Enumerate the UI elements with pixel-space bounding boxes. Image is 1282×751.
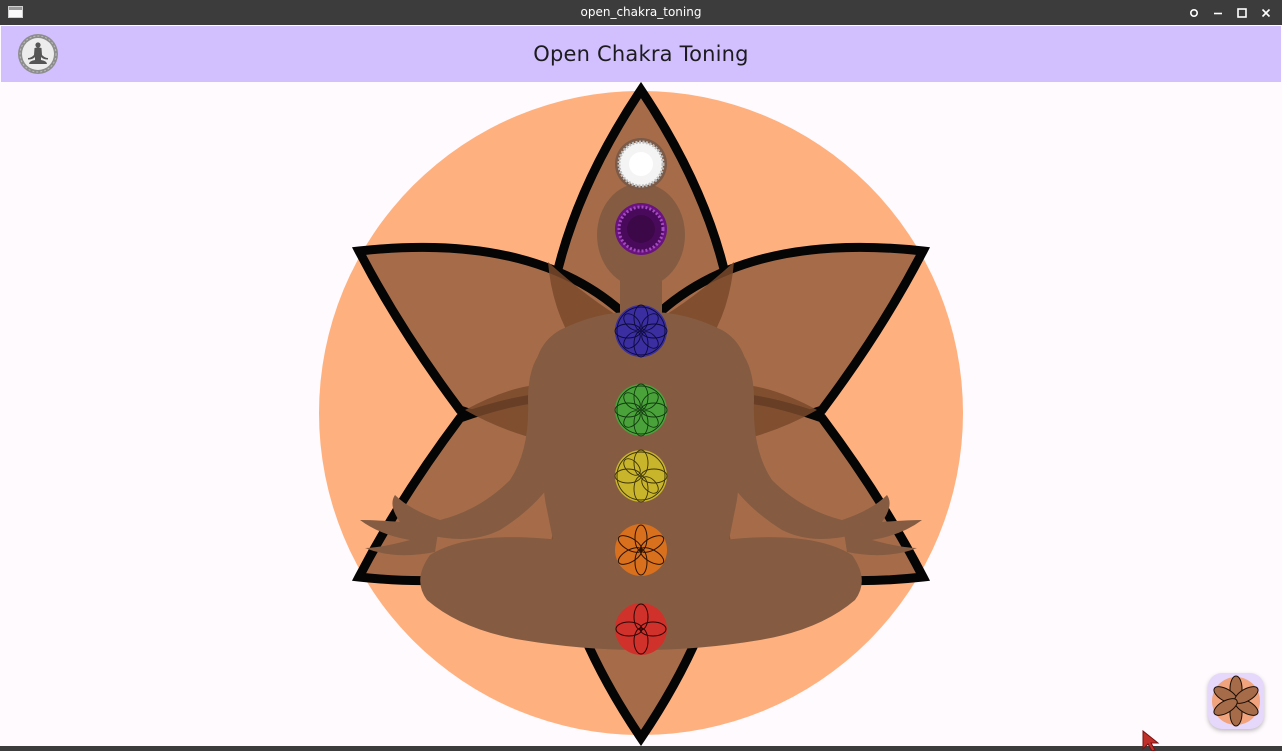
window-titlebar: open_chakra_toning (0, 0, 1282, 25)
lotus-fab-button[interactable] (1208, 673, 1264, 729)
close-icon[interactable] (1258, 5, 1274, 21)
heart-chakra-icon (614, 383, 668, 437)
maximize-icon[interactable] (1234, 5, 1250, 21)
chakra-illustration (319, 82, 963, 746)
mouse-pointer-icon (1142, 730, 1160, 751)
solar-plexus-chakra-icon (614, 449, 668, 503)
main-content (1, 82, 1281, 746)
crown-chakra-icon (615, 138, 667, 190)
root-chakra-icon (615, 603, 667, 655)
minimize-icon[interactable] (1210, 5, 1226, 21)
page-title: Open Chakra Toning (533, 42, 749, 66)
lotus-flower-icon (1212, 675, 1260, 727)
sacral-chakra-icon (615, 524, 667, 576)
settings-icon[interactable] (1186, 5, 1202, 21)
window-bottom-border (0, 746, 1282, 751)
third-eye-chakra-icon (615, 203, 667, 255)
app-bar: Open Chakra Toning (1, 26, 1281, 82)
window-title: open_chakra_toning (580, 5, 702, 19)
throat-chakra-icon (614, 304, 668, 358)
